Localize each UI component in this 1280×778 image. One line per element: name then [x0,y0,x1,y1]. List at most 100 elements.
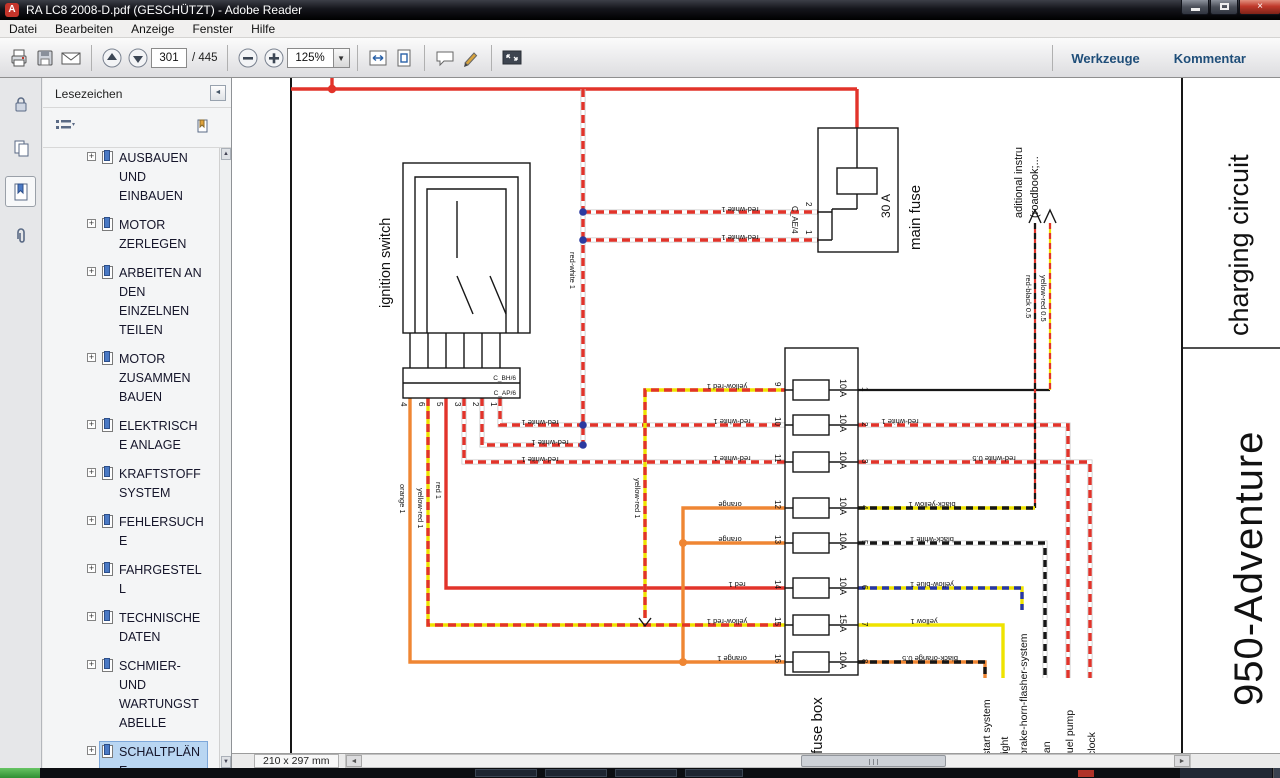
bookmarks-panel-icon[interactable] [5,176,36,207]
toolbar-separator [227,45,228,71]
panel-scrollbar[interactable]: ▲ ▼ [219,148,231,768]
fuse-right-pin: 1 [860,387,869,392]
bookmark-label[interactable]: ELEKTRISCHE ANLAGE [119,417,205,455]
save-icon[interactable] [32,44,58,72]
zoom-out-icon[interactable] [235,44,261,72]
expand-icon[interactable]: + [87,564,96,573]
bookmark-icon [102,611,113,624]
wire-label: red-white 1 [521,455,558,464]
bookmark-item[interactable]: + ELEKTRISCHE ANLAGE [87,416,221,456]
bookmark-label[interactable]: MOTOR ZUSAMMEN BAUEN [119,350,205,407]
bookmark-icon [102,467,113,480]
start-button[interactable] [0,768,40,778]
bookmark-icon [102,745,113,758]
sign-pen-icon[interactable] [458,44,484,72]
bookmark-label[interactable]: AUSBAUEN UND EINBAUEN [119,149,205,206]
bookmark-options-icon[interactable] [55,118,77,139]
bookmark-label[interactable]: TECHNISCHE DATEN [119,609,205,647]
bookmark-tree: + AUSBAUEN UND EINBAUEN + MOTOR ZERLEGEN… [43,148,221,768]
taskbar-item-adobe[interactable] [1078,770,1094,777]
comment-panel-button[interactable]: Kommentar [1174,51,1246,66]
navigation-icon-strip [0,78,42,768]
page-thumbnails-icon[interactable] [5,132,36,163]
fuse-right-pin: 4 [860,505,869,510]
pdf-page[interactable]: ignition switch main fuse 30 A fuse box … [232,78,1280,753]
fuse-rating: 10 A [838,451,848,469]
bookmark-item[interactable]: + MOTOR ZERLEGEN [87,215,221,255]
security-lock-icon[interactable] [5,88,36,119]
toolbar-separator [424,45,425,71]
zoom-in-icon[interactable] [261,44,287,72]
tools-panel-button[interactable]: Werkzeuge [1071,51,1139,66]
show-desktop-button[interactable] [1273,768,1280,778]
expand-icon[interactable]: + [87,612,96,621]
taskbar-item[interactable] [615,769,677,777]
comment-bubble-icon[interactable] [432,44,458,72]
horizontal-scrollbar[interactable]: ◄ ► [345,754,1191,768]
taskbar-item[interactable] [475,769,537,777]
expand-icon[interactable]: + [87,746,96,755]
close-button[interactable]: × [1239,0,1280,15]
previous-page-icon[interactable] [99,44,125,72]
taskbar-item[interactable] [685,769,743,777]
fullscreen-icon[interactable] [499,44,525,72]
menu-hilfe[interactable]: Hilfe [242,21,284,37]
switch-pin: 3 [453,402,462,407]
bookmark-item[interactable]: + MOTOR ZUSAMMEN BAUEN [87,349,221,408]
wire-label: yellow-red 1 [707,617,747,626]
bookmark-label[interactable]: ARBEITEN AN DEN EINZELNEN TEILEN [119,264,205,340]
scroll-right-icon[interactable]: ► [1174,755,1190,767]
bookmark-item[interactable]: + AUSBAUEN UND EINBAUEN [87,148,221,207]
bookmark-icon [102,218,113,231]
collapse-panel-icon[interactable]: ◄ [210,85,226,101]
bookmark-item[interactable]: + SCHMIER- UND WARTUNGSTABELLE [87,656,221,734]
locate-bookmark-icon[interactable] [195,118,213,139]
next-page-icon[interactable] [125,44,151,72]
fit-page-icon[interactable] [391,44,417,72]
expand-icon[interactable]: + [87,420,96,429]
bookmark-item[interactable]: + TECHNISCHE DATEN [87,608,221,648]
scroll-left-icon[interactable]: ◄ [346,755,362,767]
bookmark-label[interactable]: SCHALTPLÄNE [119,743,205,768]
zoom-dropdown-icon[interactable]: ▼ [333,48,350,68]
wire-label: red-white 1 [881,417,918,426]
menu-anzeige[interactable]: Anzeige [122,21,183,37]
bookmark-item-schaltplaene[interactable]: + SCHALTPLÄNE [87,742,221,768]
scroll-up-icon[interactable]: ▲ [221,148,231,160]
expand-icon[interactable]: + [87,152,96,161]
expand-icon[interactable]: + [87,219,96,228]
bookmark-label[interactable]: SCHMIER- UND WARTUNGSTABELLE [119,657,205,733]
maximize-button[interactable] [1210,0,1238,15]
wire-label: red-white 0.5 [972,454,1015,463]
bookmark-item[interactable]: + ARBEITEN AN DEN EINZELNEN TEILEN [87,263,221,341]
print-icon[interactable] [6,44,32,72]
menu-datei[interactable]: Datei [0,21,46,37]
scrollbar-thumb[interactable] [801,755,946,767]
bookmark-label[interactable]: MOTOR ZERLEGEN [119,216,205,254]
menu-bearbeiten[interactable]: Bearbeiten [46,21,122,37]
bookmark-item[interactable]: + FAHRGESTELL [87,560,221,600]
email-icon[interactable] [58,44,84,72]
expand-icon[interactable]: + [87,353,96,362]
expand-icon[interactable]: + [87,660,96,669]
expand-icon[interactable]: + [87,267,96,276]
junction-dots [579,208,687,666]
bookmark-label[interactable]: KRAFTSTOFF SYSTEM [119,465,205,503]
bookmark-item[interactable]: + KRAFTSTOFF SYSTEM [87,464,221,504]
bookmark-item[interactable]: + FEHLERSUCHE [87,512,221,552]
fit-width-icon[interactable] [365,44,391,72]
menu-fenster[interactable]: Fenster [183,21,242,37]
expand-icon[interactable]: + [87,468,96,477]
bookmark-label[interactable]: FAHRGESTELL [119,561,205,599]
wire-label: yellow-red 1 [633,478,642,518]
minimize-button[interactable] [1181,0,1209,15]
pdf-app-icon: A [5,3,19,17]
bookmark-label[interactable]: FEHLERSUCHE [119,513,205,551]
scroll-down-icon[interactable]: ▼ [221,756,231,768]
system-tray[interactable] [1180,768,1272,778]
zoom-level-input[interactable] [287,48,333,68]
taskbar-item[interactable] [545,769,607,777]
page-number-input[interactable] [151,48,187,68]
expand-icon[interactable]: + [87,516,96,525]
attachments-paperclip-icon[interactable] [5,220,36,251]
